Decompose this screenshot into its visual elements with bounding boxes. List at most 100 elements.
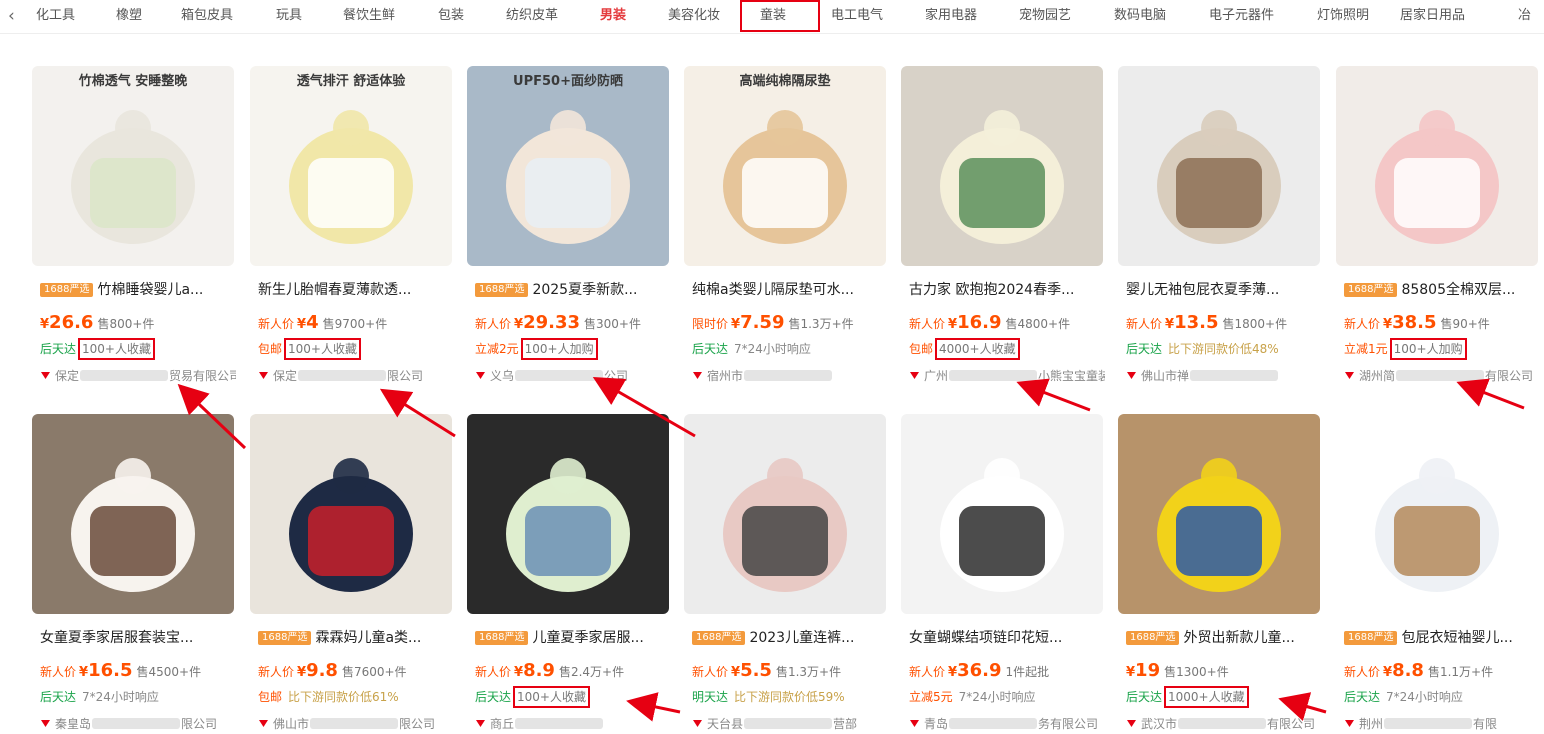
- product-card[interactable]: 1688严选 2023儿童连裤... 新人价 ¥5.5 售1.3万+件 明天达 比下游同款价…: [684, 414, 888, 734]
- price-tag: 新人价: [1344, 665, 1381, 679]
- currency-symbol: ¥: [731, 665, 741, 680]
- product-title[interactable]: 1688严选 包屁衣短袖婴儿...: [1344, 629, 1540, 647]
- shop-icon: [1344, 718, 1355, 729]
- currency-symbol: ¥: [40, 317, 50, 332]
- product-card[interactable]: 1688严选 包屁衣短袖婴儿... 新人价 ¥8.8 售1.1万+件 后天达 7*24小时响…: [1336, 414, 1540, 734]
- product-card[interactable]: 竹棉透气 安睡整晚 1688严选 竹棉睡袋婴儿a... ¥26.6 售800+件 后天达 1…: [32, 66, 236, 396]
- product-title[interactable]: 1688严选 霖霖妈儿童a类...: [258, 629, 454, 647]
- product-title[interactable]: 女童夏季家居服套装宝...: [40, 629, 236, 647]
- product-card[interactable]: 婴儿无袖包屁衣夏季薄... 新人价 ¥13.5 售1800+件 后天达 比下游同款价低48…: [1118, 66, 1322, 396]
- shop-name[interactable]: 湖州简 有限公司: [1344, 367, 1540, 384]
- product-title[interactable]: 1688严选 85805全棉双层...: [1344, 281, 1540, 299]
- redacted-text: [1190, 370, 1279, 381]
- shop-name[interactable]: 佛山市禅: [1126, 367, 1322, 384]
- product-card[interactable]: UPF50+面纱防晒 1688严选 2025夏季新款... 新人价 ¥29.33 售300…: [467, 66, 671, 396]
- shop-name[interactable]: 荆州 有限: [1344, 715, 1540, 732]
- product-image[interactable]: 高端纯棉隔尿垫: [684, 66, 886, 266]
- shop-name[interactable]: 佛山市 限公司: [258, 715, 454, 732]
- service-tag: 包邮: [258, 690, 283, 704]
- extra-info: 100+人收藏: [284, 338, 361, 360]
- shop-name[interactable]: 保定 贸易有限公司: [40, 367, 236, 384]
- shop-icon: [40, 370, 51, 381]
- shop-icon: [1126, 718, 1137, 729]
- redacted-text: [744, 718, 833, 729]
- product-card[interactable]: 女童夏季家居服套装宝... 新人价 ¥16.5 售4500+件 后天达 7*24小时响应秦…: [32, 414, 236, 734]
- service-row: 立减5元 7*24小时响应: [909, 689, 1105, 705]
- product-title-text: 婴儿无袖包屁衣夏季薄...: [1126, 282, 1280, 298]
- product-title-text: 霖霖妈儿童a类...: [315, 630, 422, 646]
- redacted-text: [515, 718, 604, 729]
- product-title-text: 包屁衣短袖婴儿...: [1401, 630, 1513, 646]
- shop-name[interactable]: 青岛 务有限公司: [909, 715, 1105, 732]
- product-image[interactable]: [901, 66, 1103, 266]
- price-value: 9.8: [306, 660, 338, 681]
- product-image[interactable]: [901, 414, 1103, 614]
- shop-name[interactable]: 宿州市: [692, 367, 888, 384]
- shop-name[interactable]: 秦皇岛 限公司: [40, 715, 236, 732]
- currency-symbol: ¥: [514, 317, 524, 332]
- price-row: 新人价 ¥16.5 售4500+件: [40, 660, 236, 681]
- product-image[interactable]: [467, 414, 669, 614]
- shop-name[interactable]: 义乌 公司: [475, 367, 671, 384]
- product-card[interactable]: 1688严选 儿童夏季家居服... 新人价 ¥8.9 售2.4万+件 后天达 100+人收藏…: [467, 414, 671, 734]
- product-card[interactable]: 1688严选 外贸出新款儿童... ¥19 售1300+件 后天达 1000+人收藏武汉市…: [1118, 414, 1322, 734]
- product-title[interactable]: 古力家 欧抱抱2024春季...: [909, 281, 1105, 299]
- shop-name[interactable]: 保定 限公司: [258, 367, 454, 384]
- product-title[interactable]: 婴儿无袖包屁衣夏季薄...: [1126, 281, 1322, 299]
- service-row: 立减1元 100+人加购: [1344, 338, 1540, 360]
- price-value: 8.8: [1392, 660, 1424, 681]
- price-row: ¥19 售1300+件: [1126, 660, 1322, 681]
- price-tag: 新人价: [1126, 317, 1163, 331]
- product-image[interactable]: [1118, 414, 1320, 614]
- product-title-text: 外贸出新款儿童...: [1183, 630, 1295, 646]
- product-image[interactable]: [1336, 66, 1538, 266]
- service-row: 后天达 1000+人收藏: [1126, 686, 1322, 708]
- service-tag: 后天达: [1126, 690, 1163, 704]
- shop-name[interactable]: 天台县 营部: [692, 715, 888, 732]
- service-row: 包邮 4000+人收藏: [909, 338, 1105, 360]
- product-title[interactable]: 1688严选 儿童夏季家居服...: [475, 629, 671, 647]
- product-image[interactable]: 透气排汗 舒适体验: [250, 66, 452, 266]
- product-title[interactable]: 1688严选 外贸出新款儿童...: [1126, 629, 1322, 647]
- shop-name[interactable]: 武汉市 有限公司: [1126, 715, 1322, 732]
- product-card[interactable]: 高端纯棉隔尿垫 纯棉a类婴儿隔尿垫可水... 限时价 ¥7.59 售1.3万+件 后天达 7…: [684, 66, 888, 396]
- sold-count: 售300+件: [584, 317, 641, 331]
- price-value: 5.5: [740, 660, 772, 681]
- product-image[interactable]: [684, 414, 886, 614]
- product-title-text: 女童蝴蝶结项链印花短...: [909, 630, 1063, 646]
- product-title[interactable]: 女童蝴蝶结项链印花短...: [909, 629, 1105, 647]
- shop-name-suffix: 小熊宝宝童装: [1038, 369, 1105, 383]
- sold-count: 售9700+件: [322, 317, 388, 331]
- product-image[interactable]: [250, 414, 452, 614]
- redacted-text: [1178, 718, 1267, 729]
- redacted-text: [80, 370, 169, 381]
- product-image[interactable]: [1118, 66, 1320, 266]
- shop-name[interactable]: 商丘: [475, 715, 671, 732]
- product-title[interactable]: 1688严选 2023儿童连裤...: [692, 629, 888, 647]
- product-grid: 竹棉透气 安睡整晚 1688严选 竹棉睡袋婴儿a... ¥26.6 售800+件 后天达 1…: [0, 0, 1544, 734]
- shop-name-suffix: 有限公司: [1267, 717, 1316, 731]
- product-image[interactable]: [32, 414, 234, 614]
- product-title[interactable]: 1688严选 竹棉睡袋婴儿a...: [40, 281, 236, 299]
- product-image[interactable]: 竹棉透气 安睡整晚: [32, 66, 234, 266]
- product-image[interactable]: UPF50+面纱防晒: [467, 66, 669, 266]
- yanxuan-badge: 1688严选: [40, 283, 94, 297]
- shop-name[interactable]: 广州 小熊宝宝童装: [909, 367, 1105, 384]
- product-card[interactable]: 古力家 欧抱抱2024春季... 新人价 ¥16.9 售4800+件 包邮 4000+人收…: [901, 66, 1105, 396]
- extra-info: 7*24小时响应: [1386, 690, 1463, 704]
- product-image[interactable]: [1336, 414, 1538, 614]
- product-title[interactable]: 纯棉a类婴儿隔尿垫可水...: [692, 281, 888, 299]
- price-row: ¥26.6 售800+件: [40, 312, 236, 333]
- yanxuan-badge: 1688严选: [258, 631, 312, 645]
- service-tag: 立减1元: [1344, 342, 1388, 356]
- product-title[interactable]: 新生儿胎帽春夏薄款透...: [258, 281, 454, 299]
- product-card[interactable]: 女童蝴蝶结项链印花短... 新人价 ¥36.9 1件起批 立减5元 7*24小时响应 青岛 务…: [901, 414, 1105, 734]
- product-card[interactable]: 透气排汗 舒适体验 新生儿胎帽春夏薄款透... 新人价 ¥4 售9700+件 包邮 100+…: [250, 66, 454, 396]
- product-title[interactable]: 1688严选 2025夏季新款...: [475, 281, 671, 299]
- price-value: 26.6: [49, 312, 94, 333]
- price-row: 新人价 ¥16.9 售4800+件: [909, 312, 1105, 333]
- extra-info: 100+人加购: [1389, 338, 1467, 360]
- product-card[interactable]: 1688严选 霖霖妈儿童a类... 新人价 ¥9.8 售7600+件 包邮 比下游同款价低6…: [250, 414, 454, 734]
- product-card[interactable]: 1688严选 85805全棉双层... 新人价 ¥38.5 售90+件 立减1元 100+人…: [1336, 66, 1540, 396]
- shop-icon: [258, 718, 269, 729]
